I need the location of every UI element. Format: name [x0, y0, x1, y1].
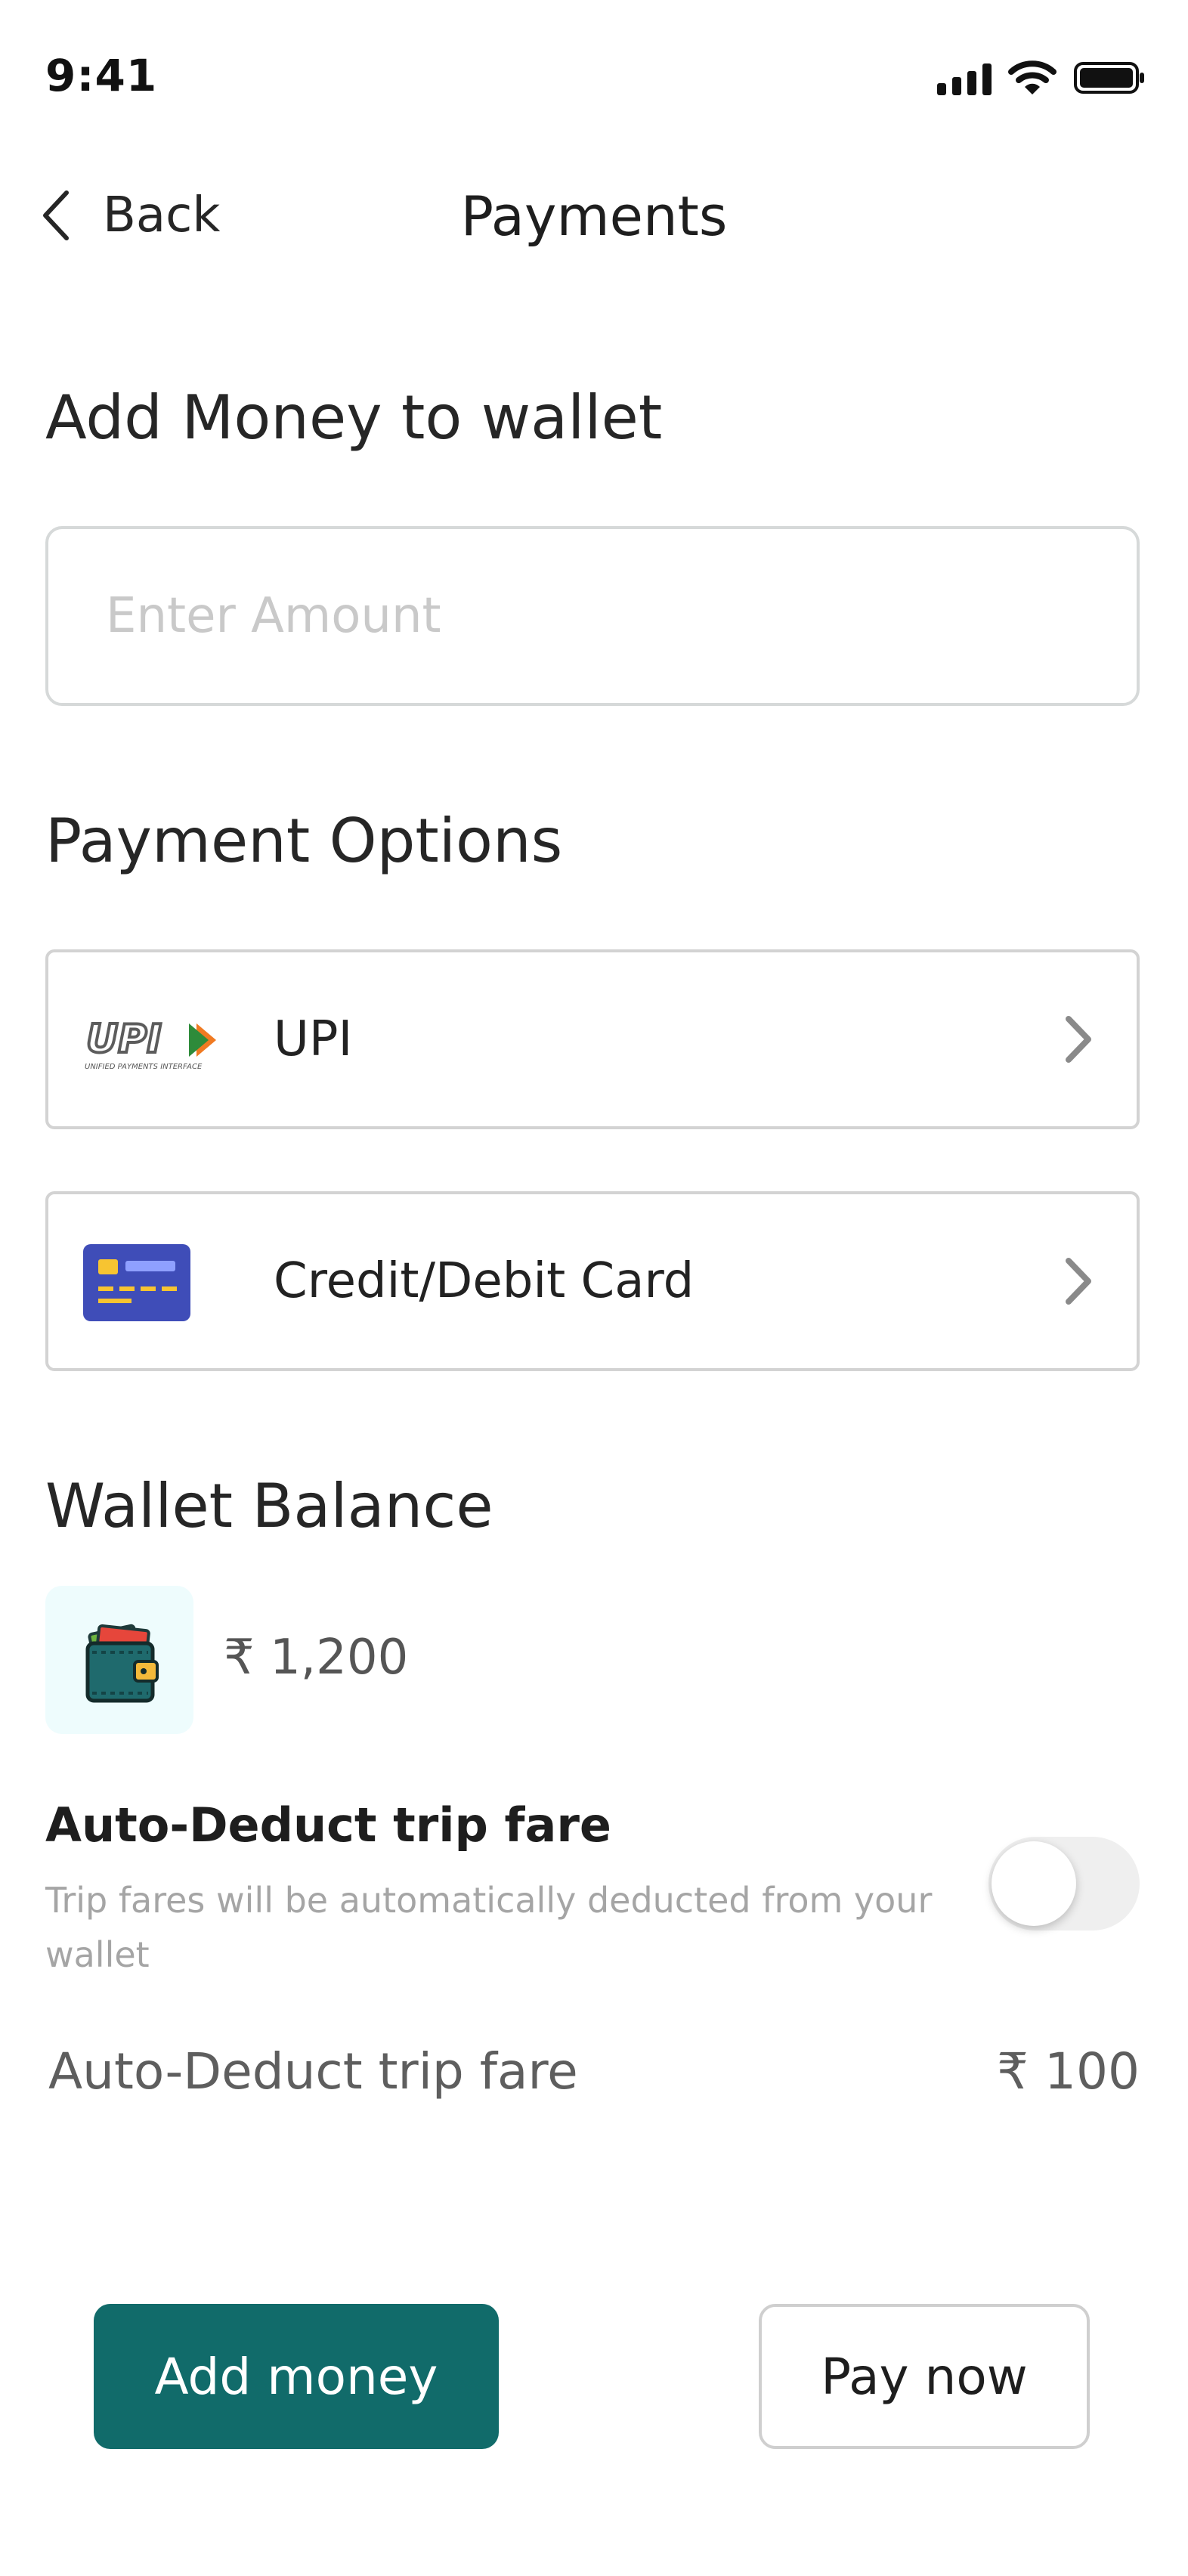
svg-text:UNIFIED PAYMENTS INTERFACE: UNIFIED PAYMENTS INTERFACE [85, 1063, 203, 1071]
payment-option-upi[interactable]: UPI UNIFIED PAYMENTS INTERFACE UPI [45, 949, 1140, 1129]
add-money-button[interactable]: Add money [94, 2304, 499, 2449]
card-label: Credit/Debit Card [274, 1253, 695, 1309]
battery-icon [1074, 62, 1144, 94]
auto-deduct-toggle[interactable] [988, 1837, 1140, 1930]
amount-input[interactable] [106, 529, 1073, 703]
wallet-balance-amount: ₹ 1,200 [224, 1630, 409, 1686]
wallet-icon [85, 1624, 159, 1703]
pay-now-button[interactable]: Pay now [759, 2304, 1090, 2449]
upi-logo: UPI UNIFIED PAYMENTS INTERFACE [85, 1017, 216, 1071]
page-title: Payments [460, 184, 728, 248]
amount-field[interactable] [45, 526, 1140, 706]
svg-text:UPI: UPI [86, 1017, 162, 1062]
add-money-heading: Add Money to wallet [45, 382, 663, 453]
credit-card-icon [83, 1244, 190, 1321]
wallet-balance-heading: Wallet Balance [45, 1471, 493, 1541]
status-time: 9:41 [45, 50, 158, 101]
status-icons [937, 59, 1146, 97]
auto-deduct-fare-label: Auto-Deduct trip fare [48, 2042, 578, 2101]
auto-deduct-description: Trip fares will be automatically deducte… [45, 1880, 933, 1975]
payment-options-heading: Payment Options [45, 806, 563, 876]
auto-deduct-title: Auto-Deduct trip fare [45, 1797, 611, 1853]
cellular-signal-icon [937, 60, 992, 95]
payment-option-card[interactable]: Credit/Debit Card [45, 1191, 1140, 1371]
chevron-right-icon [1066, 1016, 1091, 1063]
toggle-knob [992, 1841, 1076, 1926]
auto-deduct-fare-value: ₹ 100 [997, 2042, 1140, 2101]
chevron-right-icon [1066, 1258, 1091, 1305]
upi-label: UPI [274, 1011, 353, 1067]
wallet-tile [45, 1586, 193, 1734]
wifi-icon [1008, 60, 1057, 94]
